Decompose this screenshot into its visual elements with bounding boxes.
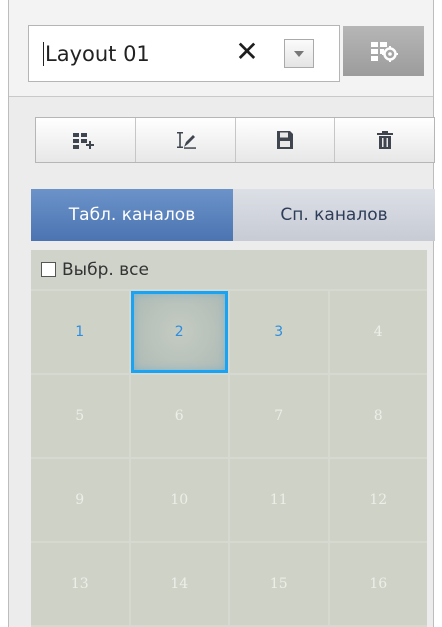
- channel-cell-11[interactable]: 11: [230, 459, 328, 541]
- channel-cell-12[interactable]: 12: [329, 459, 427, 541]
- channel-cell-1[interactable]: 1: [31, 291, 129, 373]
- layout-name-field[interactable]: Layout 01 ✕: [28, 25, 340, 82]
- save-layout-button[interactable]: [236, 118, 336, 162]
- tab-channel-list[interactable]: Сп. каналов: [233, 189, 435, 241]
- add-layout-button[interactable]: [36, 118, 136, 162]
- channel-cell-16[interactable]: 16: [329, 543, 427, 625]
- clear-icon[interactable]: ✕: [234, 37, 260, 67]
- tab-channel-grid[interactable]: Табл. каналов: [31, 189, 233, 241]
- rename-icon: [177, 132, 197, 149]
- layout-header: Layout 01 ✕: [9, 0, 433, 97]
- rename-layout-button[interactable]: [136, 118, 236, 162]
- select-all-label: Выбр. все: [62, 259, 149, 280]
- channel-cell-2[interactable]: 2: [130, 291, 228, 373]
- text-caret: [43, 42, 44, 66]
- add-layout-icon: [73, 133, 95, 149]
- layout-dropdown-button[interactable]: [284, 39, 314, 68]
- channel-cell-10[interactable]: 10: [130, 459, 228, 541]
- channel-cell-14[interactable]: 14: [130, 543, 228, 625]
- channel-grid-area: Выбр. все 1 2 3 4 5 6 7 8 9 10 11 12 13 …: [31, 250, 427, 627]
- layout-settings-button[interactable]: [343, 26, 424, 76]
- layout-toolbar: [35, 117, 435, 163]
- channel-cell-15[interactable]: 15: [230, 543, 328, 625]
- channel-cell-7[interactable]: 7: [230, 375, 328, 457]
- channel-cell-5[interactable]: 5: [31, 375, 129, 457]
- save-icon: [276, 131, 293, 149]
- channel-cell-6[interactable]: 6: [130, 375, 228, 457]
- channel-cell-4[interactable]: 4: [329, 291, 427, 373]
- channel-cell-8[interactable]: 8: [329, 375, 427, 457]
- delete-layout-button[interactable]: [335, 118, 434, 162]
- channel-cell-13[interactable]: 13: [31, 543, 129, 625]
- channel-view-tabs: Табл. каналов Сп. каналов: [31, 189, 435, 241]
- layout-name-text[interactable]: Layout 01: [43, 41, 150, 67]
- select-all-row[interactable]: Выбр. все: [31, 250, 427, 289]
- channel-cell-9[interactable]: 9: [31, 459, 129, 541]
- layout-panel: Layout 01 ✕ Табл. каналов Сп. каналов Вы…: [8, 0, 435, 627]
- layout-name-value: Layout 01: [45, 42, 150, 66]
- layout-settings-icon: [371, 42, 398, 62]
- channel-grid: 1 2 3 4 5 6 7 8 9 10 11 12 13 14 15 16: [31, 291, 427, 627]
- channel-cell-3[interactable]: 3: [230, 291, 328, 373]
- delete-icon: [376, 131, 393, 149]
- select-all-checkbox[interactable]: [41, 262, 56, 277]
